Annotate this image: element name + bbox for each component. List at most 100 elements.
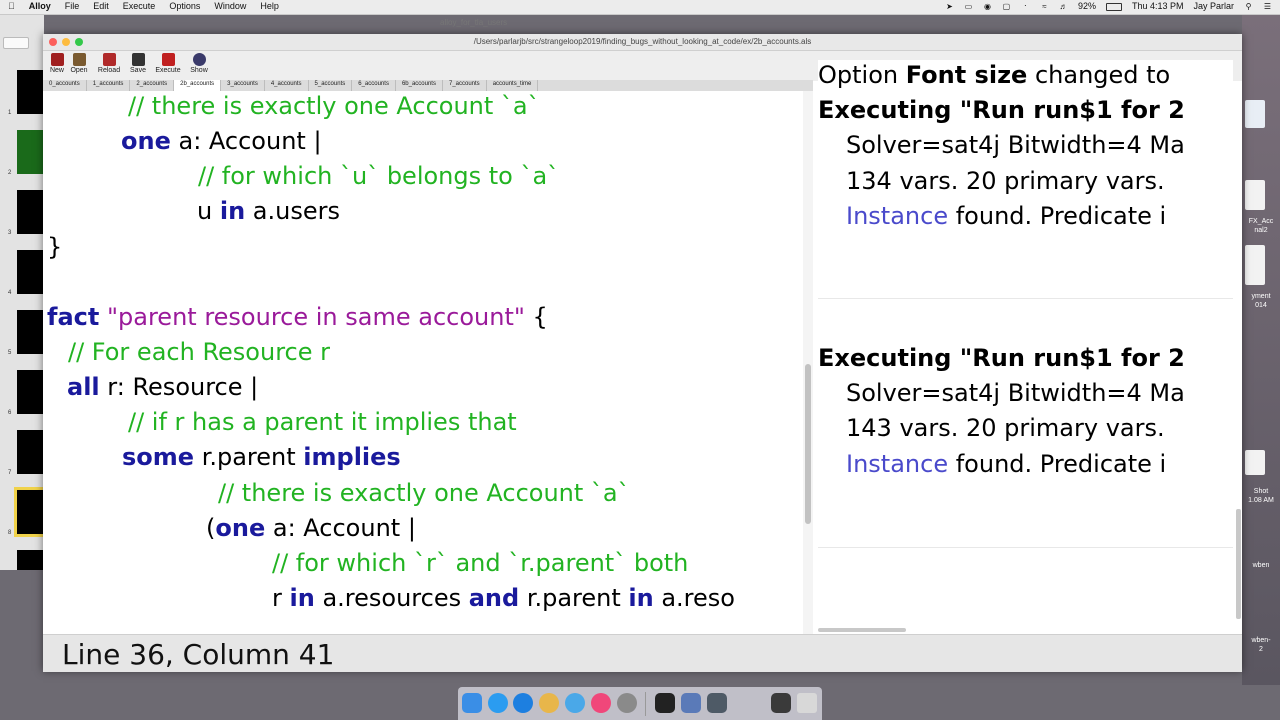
code-line: // For each Resource r: [68, 337, 330, 367]
save-button-label: Save: [130, 67, 146, 74]
menu-options[interactable]: Options: [169, 1, 200, 11]
airplay-icon[interactable]: ▭: [964, 2, 973, 11]
slide-number: 7: [8, 470, 12, 476]
menu-help[interactable]: Help: [260, 1, 279, 11]
tab-6b-accounts[interactable]: 6b_accounts: [396, 80, 443, 91]
reload-button[interactable]: Reload: [95, 53, 123, 74]
log-line: Solver=sat4j Bitwidth=4 Ma: [846, 379, 1185, 407]
desktop-file-label: 1.08 AM: [1248, 497, 1274, 504]
archive-icon[interactable]: [771, 693, 791, 713]
app-store-icon[interactable]: [488, 693, 508, 713]
code-comment: // there is exactly one Account `a`: [128, 92, 540, 120]
user-name[interactable]: Jay Parlar: [1193, 1, 1234, 11]
log-line: 134 vars. 20 primary vars.: [846, 167, 1165, 195]
desktop-file-icon[interactable]: [1245, 180, 1265, 210]
messages-icon[interactable]: [565, 693, 585, 713]
code-text: (: [206, 514, 216, 542]
code-line: // for which `r` and `r.parent` both: [272, 548, 688, 578]
tab-2b-accounts[interactable]: 2b_accounts: [174, 80, 222, 91]
instance-link[interactable]: Instance: [846, 450, 948, 478]
log-line: Executing "Run run$1 for 2: [818, 344, 1185, 372]
menu-app-name[interactable]: Alloy: [29, 1, 51, 11]
slide-number: 5: [8, 350, 12, 356]
dock-divider: [645, 692, 646, 716]
finder-icon[interactable]: [462, 693, 482, 713]
battery-percent[interactable]: 92%: [1078, 1, 1096, 11]
slide-thumbnail[interactable]: [17, 310, 43, 354]
clock[interactable]: Thu 4:13 PM: [1132, 1, 1184, 11]
code-line: u in a.users: [197, 196, 340, 226]
code-comment: // there is exactly one Account `a`: [218, 479, 630, 507]
log-line: Solver=sat4j Bitwidth=4 Ma: [846, 131, 1185, 159]
file-tabs: 0_accounts 1_accounts 2_accounts 2b_acco…: [43, 80, 813, 91]
location-icon[interactable]: ➤: [945, 2, 954, 11]
volume-icon[interactable]: ♬: [1059, 2, 1068, 11]
settings-icon[interactable]: [617, 693, 637, 713]
show-button-label: Show: [190, 67, 208, 74]
instance-link[interactable]: Instance: [846, 202, 948, 230]
wifi-icon[interactable]: ≈: [1040, 2, 1049, 11]
reload-button-label: Reload: [97, 67, 121, 74]
notification-center-icon[interactable]: ☰: [1263, 2, 1272, 11]
desktop-file-icon[interactable]: [1245, 450, 1265, 475]
slide-thumbnail[interactable]: [17, 430, 43, 474]
slide-thumbnail[interactable]: [17, 70, 43, 114]
editor-vertical-scroll-thumb[interactable]: [805, 364, 811, 524]
code-text: r.parent: [194, 443, 304, 471]
tab-accounts-time[interactable]: accounts_time: [487, 80, 539, 91]
log-horizontal-scroll-thumb[interactable]: [818, 628, 906, 632]
tab-4-accounts[interactable]: 4_accounts: [265, 80, 309, 91]
preview-icon[interactable]: [707, 693, 727, 713]
slide-thumbnail[interactable]: [17, 130, 43, 174]
keynote-icon[interactable]: [681, 693, 701, 713]
editor-vertical-scrollbar[interactable]: [803, 91, 813, 663]
tab-0-accounts[interactable]: 0_accounts: [43, 80, 87, 91]
execute-button[interactable]: Execute: [154, 53, 182, 74]
tab-7-accounts[interactable]: 7_accounts: [443, 80, 487, 91]
menu-execute[interactable]: Execute: [123, 1, 156, 11]
view-button[interactable]: [3, 37, 29, 49]
share-icon[interactable]: ▢: [1002, 2, 1011, 11]
menu-edit[interactable]: Edit: [93, 1, 109, 11]
desktop-file-icon[interactable]: [1245, 245, 1265, 285]
code-comment: // for which `r` and `r.parent` both: [272, 549, 689, 577]
menu-window[interactable]: Window: [214, 1, 246, 11]
battery-icon[interactable]: [1105, 3, 1122, 11]
tab-2-accounts[interactable]: 2_accounts: [130, 80, 175, 91]
menu-file[interactable]: File: [65, 1, 80, 11]
code-text: a: Account |: [170, 127, 322, 155]
chrome-icon[interactable]: [539, 693, 559, 713]
slide-thumbnail[interactable]: [17, 190, 43, 234]
tab-3-accounts[interactable]: 3_accounts: [221, 80, 265, 91]
code-keyword: and: [468, 584, 520, 612]
terminal-icon[interactable]: [655, 693, 675, 713]
code-editor[interactable]: // there is exactly one Account `a` one …: [43, 91, 803, 663]
save-button[interactable]: Save: [124, 53, 152, 74]
code-comment: // if r has a parent it implies that: [128, 408, 517, 436]
log-line: Instance found. Predicate i: [846, 201, 1166, 231]
open-button[interactable]: Open: [65, 53, 93, 74]
message-log-pane[interactable]: Option Font size changed to Executing "R…: [818, 60, 1233, 630]
log-vertical-scroll-thumb[interactable]: [1236, 509, 1241, 619]
record-icon[interactable]: ◉: [983, 2, 992, 11]
trash-icon[interactable]: [797, 693, 817, 713]
slide-number: 3: [8, 230, 12, 236]
desktop-file-icon[interactable]: [1245, 100, 1265, 128]
show-button[interactable]: Show: [185, 53, 213, 74]
slide-thumbnail[interactable]: [17, 250, 43, 294]
code-line: (one a: Account |: [206, 513, 416, 543]
log-text-bold: Font size: [905, 61, 1028, 89]
apple-icon[interactable]: : [8, 1, 15, 11]
code-text: }: [47, 233, 63, 261]
slide-thumbnail[interactable]: [17, 370, 43, 414]
slide-thumbnail[interactable]: [17, 550, 43, 570]
bluetooth-icon[interactable]: ᛫: [1021, 2, 1030, 11]
spotlight-icon[interactable]: ⚲: [1244, 2, 1253, 11]
safari-icon[interactable]: [513, 693, 533, 713]
tab-1-accounts[interactable]: 1_accounts: [87, 80, 131, 91]
tab-5-accounts[interactable]: 5_accounts: [309, 80, 353, 91]
tab-6-accounts[interactable]: 6_accounts: [352, 80, 396, 91]
music-icon[interactable]: [591, 693, 611, 713]
slide-thumbnail-selected[interactable]: [14, 487, 46, 537]
desktop-file-label: nal2: [1254, 227, 1268, 234]
